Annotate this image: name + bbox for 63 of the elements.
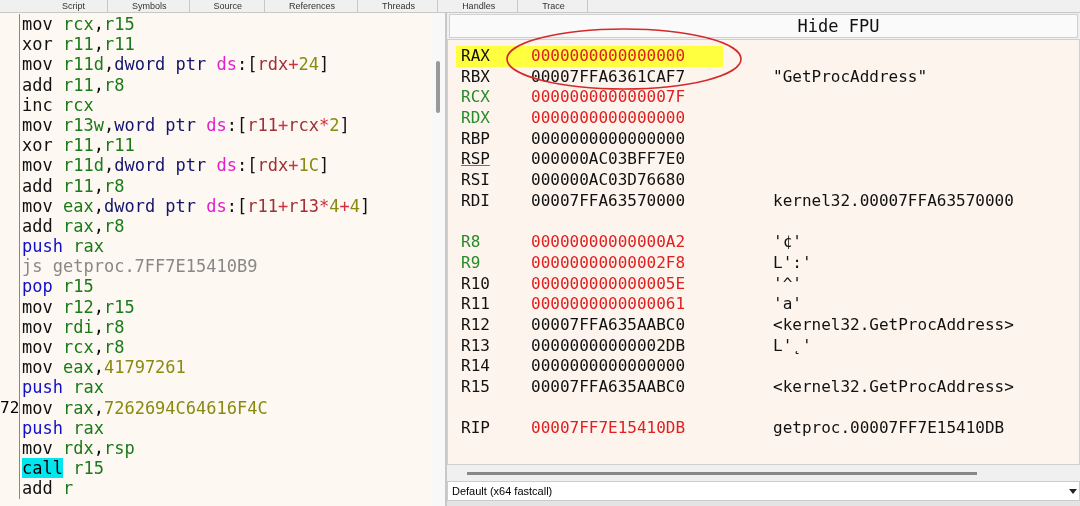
instruction-line[interactable]: push rax: [20, 377, 104, 398]
instruction-line[interactable]: pop r15: [20, 276, 94, 297]
instruction-line[interactable]: mov rdi,r8: [20, 316, 125, 337]
hide-fpu-button[interactable]: Hide FPU: [449, 14, 1078, 38]
tab[interactable]: Trace: [520, 0, 588, 12]
register-comment: "GetProcAddress": [773, 66, 928, 88]
tab[interactable]: Handles: [440, 0, 519, 12]
register-row[interactable]: RBX 00007FFA6361CAF7: [456, 66, 723, 88]
register-row[interactable]: RDI 00007FFA63570000: [456, 190, 723, 212]
register-comment: <kernel32.GetProcAddress>: [773, 377, 1014, 398]
instruction-line[interactable]: push rax: [20, 236, 104, 257]
instruction-line[interactable]: add r11,r8: [20, 74, 125, 95]
register-row[interactable]: R11 0000000000000061: [456, 294, 723, 315]
instruction-line[interactable]: call r15: [20, 458, 104, 479]
register-row[interactable]: R14 0000000000000000: [456, 356, 723, 377]
register-row[interactable]: R12 00007FFA635AABC0: [456, 314, 723, 336]
tab[interactable]: Script: [40, 0, 108, 12]
register-row[interactable]: RSP 000000AC03BFF7E0: [456, 149, 723, 171]
register-row[interactable]: RAX 0000000000000000: [456, 46, 723, 67]
instruction-line[interactable]: add r11,r8: [20, 175, 125, 196]
caret-icon: [1069, 488, 1077, 494]
register-comment: '^': [773, 273, 802, 295]
register-row[interactable]: R9 00000000000002F8: [456, 252, 723, 274]
register-comment: L':': [773, 252, 812, 274]
tab[interactable]: Source: [191, 0, 266, 12]
register-row[interactable]: RCX 000000000000007F: [456, 87, 723, 109]
instruction-line[interactable]: mov r13w,word ptr ds:[r11+rcx*2]: [20, 114, 350, 136]
register-row[interactable]: RBP 0000000000000000: [456, 128, 723, 150]
instruction-line[interactable]: xor r11,r11: [20, 135, 135, 156]
register-row[interactable]: RIP 00007FF7E15410DB: [456, 418, 723, 440]
register-row[interactable]: RDX 0000000000000000: [456, 108, 723, 129]
instruction-line[interactable]: mov eax,dword ptr ds:[r11+r13*4+4]: [20, 195, 371, 216]
instruction-line[interactable]: mov rcx,r15: [20, 14, 135, 35]
scrollbar-thumb[interactable]: [467, 471, 977, 475]
register-row[interactable]: R8 00000000000000A2: [456, 232, 723, 253]
register-comment: L'˛': [773, 335, 812, 357]
register-comment: <kernel32.GetProcAddress>: [773, 314, 1014, 336]
tab[interactable]: Threads: [360, 0, 439, 12]
register-comment: kernel32.00007FFA63570000: [773, 190, 1014, 212]
tab[interactable]: Symbols: [110, 0, 190, 12]
instruction-line[interactable]: add rax,r8: [20, 215, 125, 237]
instruction-line[interactable]: mov r11d,dword ptr ds:[rdx+1C]: [20, 155, 330, 176]
instruction-line[interactable]: inc rcx: [20, 94, 94, 115]
register-row[interactable]: R15 00007FFA635AABC0: [456, 377, 723, 398]
register-row[interactable]: R10 000000000000005E: [456, 273, 723, 295]
instruction-line[interactable]: add r: [20, 478, 74, 499]
instruction-line[interactable]: xor r11,r11: [20, 34, 135, 55]
instruction-line[interactable]: mov rdx,rsp: [20, 437, 135, 459]
register-comment: getproc.00007FF7E15410DB: [773, 418, 1005, 440]
instruction-line[interactable]: mov rcx,r8: [20, 337, 125, 358]
instruction-line[interactable]: mov eax,41797261: [20, 357, 186, 378]
instruction-line[interactable]: mov r12,r15: [20, 296, 135, 317]
register-comment: 'a': [773, 294, 802, 315]
tab[interactable]: References: [267, 0, 359, 12]
scrollbar-thumb[interactable]: [436, 61, 440, 113]
instruction-line[interactable]: mov rax,7262694C64616F4C: [20, 397, 268, 418]
instruction-line[interactable]: push rax: [20, 417, 104, 438]
register-comment: '¢': [773, 232, 802, 253]
register-row[interactable]: RSI 000000AC03D76680: [456, 170, 723, 191]
instruction-line[interactable]: mov r11d,dword ptr ds:[rdx+24]: [20, 54, 330, 75]
calling-convention-dropdown[interactable]: Default (x64 fastcall): [447, 481, 1080, 501]
address-fragment: 72: [0, 397, 20, 417]
register-row[interactable]: R13 00000000000002DB: [456, 335, 723, 357]
